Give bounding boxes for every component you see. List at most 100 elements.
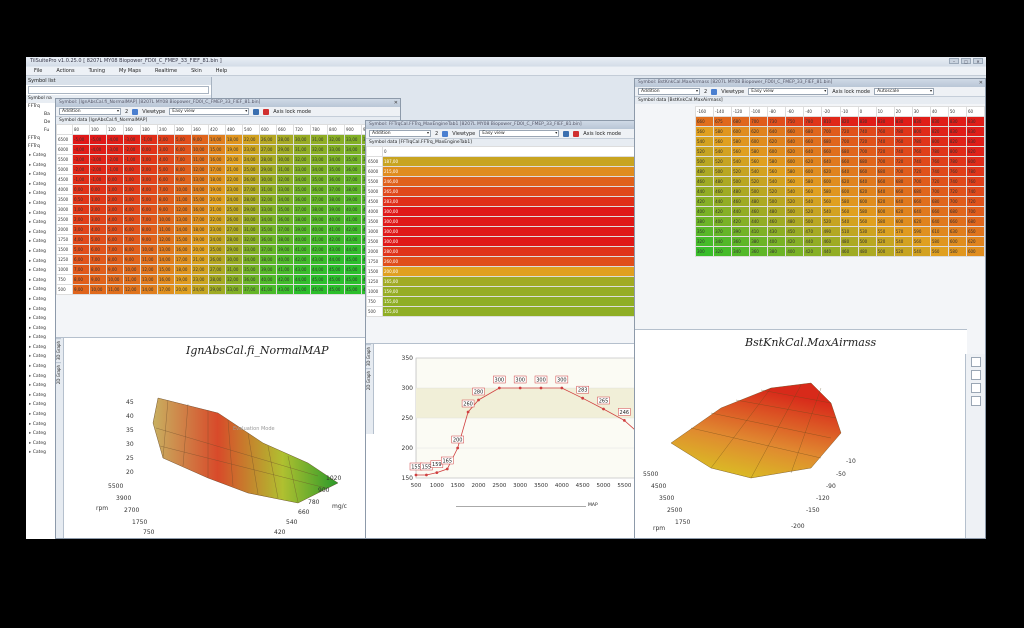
map-cell[interactable]: 41,00 xyxy=(293,244,311,255)
map-cell[interactable]: 660 xyxy=(785,126,805,137)
map-cell[interactable]: 440 xyxy=(695,186,715,197)
map-cell[interactable]: 35,00 xyxy=(293,184,311,195)
map-cell[interactable]: 26,00 xyxy=(242,174,260,185)
map-cell[interactable]: 16,00 xyxy=(208,154,226,165)
map-cell[interactable]: 420 xyxy=(695,196,715,207)
map-cell[interactable]: 380 xyxy=(749,236,769,247)
map-cell[interactable]: 440 xyxy=(749,216,769,227)
map-cell[interactable]: 600 xyxy=(821,176,841,187)
map-cell[interactable]: 19,00 xyxy=(174,274,192,285)
map-cell[interactable]: 18,00 xyxy=(225,134,243,145)
map-cell[interactable]: -1,00 xyxy=(140,134,158,145)
map-cell[interactable]: 12,00 xyxy=(157,234,175,245)
map-cell[interactable]: 35,00 xyxy=(276,204,294,215)
map-cell[interactable]: 680 xyxy=(893,176,913,187)
menu-tuning[interactable]: Tuning xyxy=(89,67,105,75)
map-cell[interactable]: 540 xyxy=(767,176,787,187)
map-cell[interactable]: 720 xyxy=(965,196,985,207)
map-cell[interactable]: 14,00 xyxy=(191,184,209,195)
map-cell[interactable]: 460 xyxy=(695,176,715,187)
map-cell[interactable]: 2,00 xyxy=(123,184,141,195)
map-cell[interactable]: 40,00 xyxy=(293,234,311,245)
map-cell[interactable]: 11,00 xyxy=(191,154,209,165)
map-cell[interactable]: 4,00 xyxy=(72,234,90,245)
map-cell[interactable]: 0,00 xyxy=(106,174,124,185)
map-cell[interactable]: 39,00 xyxy=(259,264,277,275)
map-cell[interactable]: 580 xyxy=(875,216,895,227)
map-cell[interactable]: 33,00 xyxy=(310,154,328,165)
map-cell[interactable]: 480 xyxy=(731,186,751,197)
map-cell[interactable]: 42,00 xyxy=(310,244,328,255)
map-cell[interactable]: 28,00 xyxy=(276,134,294,145)
map-cell[interactable]: 41,00 xyxy=(259,284,277,295)
close-icon[interactable]: ✕ xyxy=(979,79,983,87)
map-cell[interactable]: 390 xyxy=(731,226,751,237)
map-cell[interactable]: 520 xyxy=(893,246,913,257)
map-cell[interactable]: 780 xyxy=(911,136,931,147)
map-cell[interactable]: -2,00 xyxy=(89,164,107,175)
map-cell[interactable]: 36,00 xyxy=(242,274,260,285)
map-cell[interactable]: 480 xyxy=(785,216,805,227)
map-cell[interactable]: 26,00 xyxy=(225,214,243,225)
map-cell[interactable]: 40,00 xyxy=(276,254,294,265)
map-cell[interactable]: 620 xyxy=(767,136,787,147)
map-cell[interactable]: 640 xyxy=(875,186,895,197)
map-cell[interactable]: 600 xyxy=(893,216,913,227)
map-cell[interactable]: 580 xyxy=(947,246,967,257)
map-cell[interactable]: 38,00 xyxy=(276,234,294,245)
map-cell[interactable]: 45,00 xyxy=(344,284,362,295)
map-cell[interactable]: 560 xyxy=(821,196,841,207)
map-cell[interactable]: 780 xyxy=(803,116,823,127)
map-cell[interactable]: 480 xyxy=(713,176,733,187)
map-cell[interactable]: 820 xyxy=(965,146,985,157)
menu-skin[interactable]: Skin xyxy=(191,67,202,75)
map-cell[interactable]: 560 xyxy=(911,236,931,247)
map-cell[interactable]: 14,00 xyxy=(140,284,158,295)
tab-3d-graph[interactable]: 3D Graph xyxy=(56,338,61,363)
map-cell[interactable]: 700 xyxy=(749,116,769,127)
map-cell[interactable]: 5,00 xyxy=(123,214,141,225)
save-icon[interactable] xyxy=(563,130,570,137)
map-cell[interactable]: 500 xyxy=(767,196,787,207)
map-cell[interactable]: 28,00 xyxy=(208,274,226,285)
map-cell[interactable]: 21,00 xyxy=(208,204,226,215)
map-cell[interactable]: 660 xyxy=(893,186,913,197)
map-cell[interactable]: 14,00 xyxy=(174,224,192,235)
map-cell[interactable]: 680 xyxy=(857,156,877,167)
tab-3d-graph[interactable]: 3D Graph xyxy=(366,344,371,369)
map-cell[interactable]: 460 xyxy=(767,216,787,227)
map-cell[interactable]: 540 xyxy=(731,156,751,167)
map-cell[interactable]: 12,00 xyxy=(174,204,192,215)
map-cell[interactable]: 43,00 xyxy=(276,284,294,295)
boost-map-table[interactable]: -160 -140 -120 -100 -80 -60 -40 -20 -10 0 10 20 30 40… xyxy=(695,106,985,257)
map-cell[interactable]: 590 xyxy=(911,226,931,237)
map-cell[interactable]: 0,00 xyxy=(123,164,141,175)
map-cell[interactable]: 17,00 xyxy=(157,284,175,295)
map-cell[interactable]: 19,00 xyxy=(208,184,226,195)
map-cell[interactable]: 3,00 xyxy=(106,204,124,215)
map-cell[interactable]: -4,00 xyxy=(106,134,124,145)
map-cell[interactable]: 460 xyxy=(749,206,769,217)
map-cell[interactable]: 660 xyxy=(839,156,859,167)
map-cell[interactable]: 440 xyxy=(803,236,823,247)
map-cell[interactable]: 560 xyxy=(713,136,733,147)
map-cell[interactable]: 28,00 xyxy=(242,194,260,205)
map-cell[interactable]: 7,00 xyxy=(174,154,192,165)
map-cell[interactable]: 580 xyxy=(839,196,859,207)
map-cell[interactable]: 10,00 xyxy=(191,144,209,155)
map-cell[interactable]: 31,00 xyxy=(242,224,260,235)
map-cell[interactable]: 620 xyxy=(857,186,877,197)
map-cell[interactable]: 440 xyxy=(713,196,733,207)
map-cell[interactable]: 20,00 xyxy=(225,154,243,165)
map-cell[interactable]: 33,00 xyxy=(293,164,311,175)
map-cell[interactable]: 45,00 xyxy=(310,274,328,285)
map-cell[interactable]: 500 xyxy=(695,156,715,167)
map-cell[interactable]: 400 xyxy=(785,246,805,257)
map-cell[interactable]: 22,00 xyxy=(242,134,260,145)
map-cell[interactable]: 16,00 xyxy=(174,244,192,255)
map-cell[interactable]: 39,00 xyxy=(293,224,311,235)
menu-my-maps[interactable]: My Maps xyxy=(119,67,141,75)
map-cell[interactable]: 560 xyxy=(803,186,823,197)
map-cell[interactable]: 350 xyxy=(695,226,715,237)
boost-3d-surface[interactable]: 5500 4500 3500 2500 1750 rpm -10 -50 -90… xyxy=(641,358,961,538)
